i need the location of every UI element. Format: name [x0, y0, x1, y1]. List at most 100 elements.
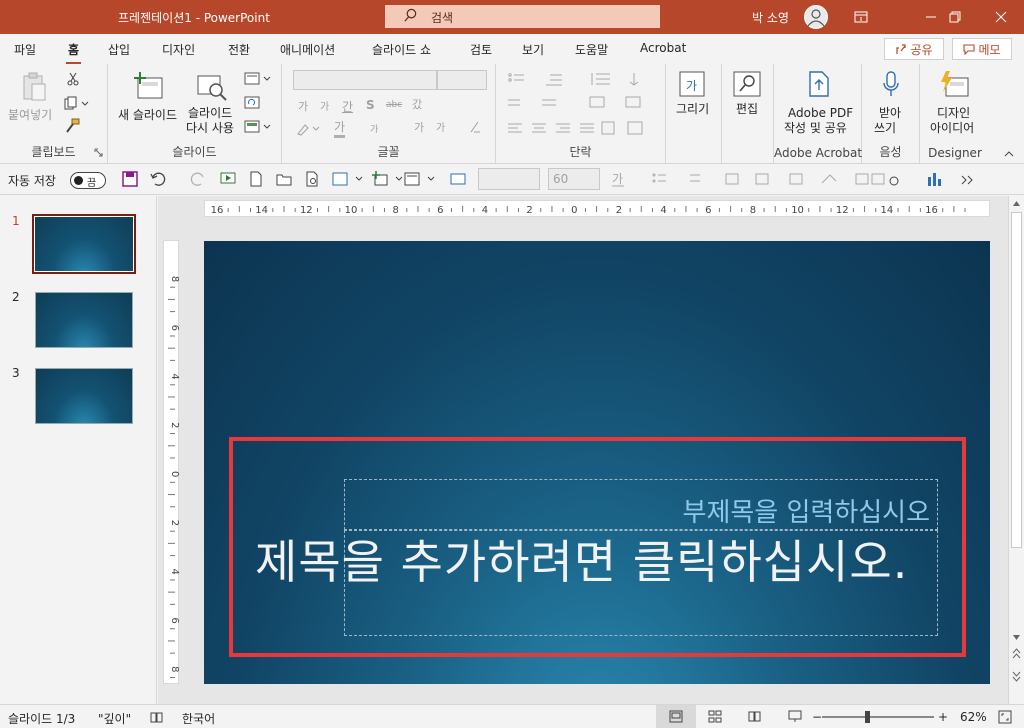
previous-slide-icon[interactable] [1012, 648, 1021, 660]
grow-font-icon[interactable]: 가 [414, 119, 424, 135]
redo-icon[interactable] [190, 171, 206, 187]
change-case-icon[interactable]: 가 [370, 122, 378, 135]
slide-sorter-icon[interactable] [708, 710, 722, 723]
design-ideas-icon[interactable] [938, 70, 970, 98]
search-box[interactable]: 검색 [385, 5, 660, 28]
new-slide-icon[interactable] [134, 72, 164, 100]
dialog-launcher-icon[interactable] [94, 148, 103, 157]
qat-font-dropdown[interactable] [478, 168, 540, 190]
dictate-line2[interactable]: 쓰기 [874, 121, 896, 136]
textbox-icon[interactable] [450, 171, 466, 187]
normal-view-button[interactable] [656, 705, 696, 728]
from-beginning-icon[interactable] [220, 171, 236, 187]
adobe-pdf-line1[interactable]: Adobe PDF [788, 106, 853, 121]
zoom-level[interactable]: 62% [960, 710, 987, 724]
tab-slideshow[interactable]: 슬라이드 쇼 [372, 41, 431, 58]
dictate-line1[interactable]: 받아 [879, 106, 901, 121]
new-slide-label[interactable]: 새 슬라이드 [118, 108, 177, 123]
design-ideas-line2[interactable]: 아이디어 [930, 121, 974, 136]
slide-thumbnail-3[interactable] [35, 368, 133, 424]
layout-qat-icon[interactable] [404, 171, 438, 187]
reset-icon[interactable] [244, 96, 262, 110]
layout-icon[interactable] [244, 72, 272, 86]
drawing-label[interactable]: 그리기 [676, 102, 709, 117]
font-name-dropdown[interactable] [293, 70, 437, 90]
tab-home[interactable]: 홈 [65, 41, 82, 64]
highlighter-icon[interactable] [296, 122, 320, 136]
user-name[interactable]: 박 소영 [752, 9, 789, 26]
ribbon-display-options-button[interactable] [838, 0, 884, 34]
tab-animations[interactable]: 애니메이션 [280, 41, 335, 58]
fit-to-window-icon[interactable] [998, 710, 1012, 724]
tab-insert[interactable]: 삽입 [108, 41, 130, 58]
undo-icon[interactable] [150, 171, 166, 187]
open-folder-icon[interactable] [276, 171, 292, 187]
reading-view-icon[interactable] [748, 710, 762, 723]
font-color-icon[interactable]: 가 [334, 118, 346, 138]
tab-file[interactable]: 파일 [14, 41, 36, 58]
tab-view[interactable]: 보기 [522, 41, 544, 58]
increase-font-icon[interactable]: 가 [298, 98, 308, 114]
vertical-scrollbar[interactable] [1008, 196, 1024, 704]
zoom-slider[interactable] [822, 716, 934, 718]
zoom-out-icon[interactable]: − [812, 710, 822, 724]
char-spacing-icon[interactable]: 갔 [412, 96, 422, 112]
adobe-pdf-icon[interactable] [806, 70, 832, 98]
qat-font-size-dropdown[interactable]: 60 [548, 168, 600, 190]
adobe-pdf-line2[interactable]: 작성 및 공유 [784, 121, 847, 136]
paste-label[interactable]: 붙여넣기 [8, 108, 52, 123]
reuse-slides-line1[interactable]: 슬라이드 [188, 106, 232, 121]
qat-formatting-icons[interactable]: 가 [610, 171, 980, 187]
slide-thumbnail-2[interactable] [35, 292, 133, 348]
print-preview-icon[interactable] [304, 171, 320, 187]
font-size-dropdown[interactable] [437, 70, 487, 90]
share-button[interactable]: 공유 [884, 38, 944, 60]
slide-size-icon[interactable] [332, 171, 366, 187]
design-ideas-line1[interactable]: 디자인 [937, 106, 970, 121]
microphone-icon[interactable] [882, 70, 900, 98]
copy-icon[interactable] [64, 96, 90, 110]
user-avatar[interactable] [804, 5, 828, 29]
ruler-tick-label: 6 [169, 325, 180, 331]
ruler-tick-label: 10 [791, 205, 804, 216]
tab-review[interactable]: 검토 [470, 41, 492, 58]
zoom-in-icon[interactable]: + [938, 710, 948, 724]
shadow-icon[interactable]: S [366, 98, 375, 112]
restore-button[interactable] [932, 0, 978, 34]
slideshow-view-icon[interactable] [788, 710, 802, 723]
slide-thumbnail-1[interactable] [32, 214, 136, 274]
scroll-down-icon[interactable] [1012, 634, 1021, 641]
drawing-shapes-icon[interactable]: 가 [678, 70, 708, 98]
tab-design[interactable]: 디자인 [162, 41, 195, 58]
close-button[interactable] [978, 0, 1024, 34]
cut-icon[interactable] [66, 72, 80, 86]
next-slide-icon[interactable] [1012, 670, 1021, 682]
scroll-up-icon[interactable] [1012, 200, 1021, 207]
format-painter-icon[interactable] [64, 118, 80, 134]
autosave-toggle[interactable]: 끔 [70, 172, 106, 189]
clear-format-icon[interactable]: 간 [342, 98, 353, 115]
find-icon[interactable] [732, 70, 762, 98]
paragraph-tools-icon[interactable] [506, 70, 656, 136]
spelling-check-icon[interactable] [150, 711, 164, 724]
section-icon[interactable] [244, 120, 272, 134]
language-indicator[interactable]: 한국어 [182, 710, 215, 727]
tab-help[interactable]: 도움말 [575, 41, 608, 58]
paste-icon[interactable] [20, 72, 48, 102]
reuse-slides-line2[interactable]: 다시 사용 [186, 121, 234, 136]
save-icon[interactable] [122, 171, 138, 187]
scroll-thumb[interactable] [1011, 212, 1022, 548]
decrease-font-icon[interactable]: 가 [320, 98, 329, 113]
strikethrough-icon[interactable]: abc [386, 100, 402, 110]
reuse-slides-icon[interactable] [196, 72, 228, 102]
editing-label[interactable]: 편집 [736, 102, 758, 117]
tab-acrobat[interactable]: Acrobat [640, 41, 686, 55]
collapse-ribbon-icon[interactable] [1004, 150, 1014, 158]
shrink-font-icon[interactable]: 가 [436, 119, 445, 134]
insert-new-slide-icon[interactable] [372, 171, 406, 187]
clear-all-formatting-icon[interactable] [468, 120, 482, 134]
comments-button[interactable]: 메모 [952, 38, 1012, 60]
tab-transitions[interactable]: 전환 [228, 41, 250, 58]
new-file-icon[interactable] [248, 171, 264, 187]
zoom-slider-thumb[interactable] [864, 711, 870, 723]
